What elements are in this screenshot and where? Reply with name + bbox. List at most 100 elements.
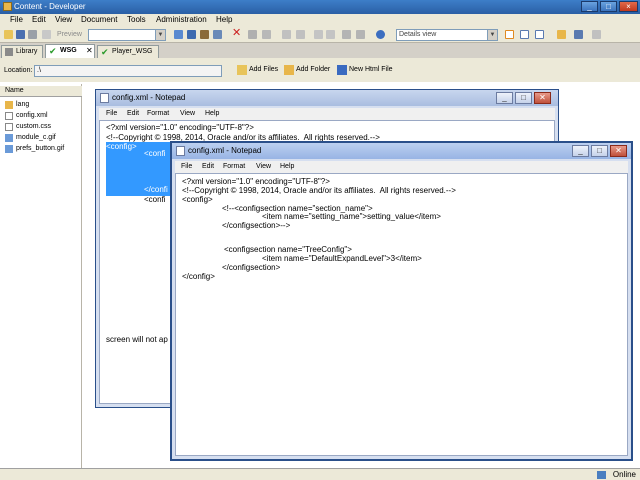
- tab-close-icon[interactable]: ✕: [86, 45, 93, 56]
- text-line: <config>: [182, 195, 213, 204]
- monitor-icon[interactable]: [574, 30, 583, 39]
- menu-view[interactable]: View: [256, 163, 271, 170]
- folder-icon: [5, 101, 13, 109]
- close-button[interactable]: ✕: [534, 92, 551, 104]
- list-item[interactable]: lang: [5, 100, 29, 110]
- chevron-down-icon: ▼: [487, 30, 497, 40]
- menu-format[interactable]: Format: [223, 163, 245, 170]
- notepad-back-titlebar[interactable]: config.xml - Notepad _ □ ✕: [96, 90, 558, 106]
- minimize-button[interactable]: _: [581, 1, 598, 12]
- italic-icon[interactable]: [326, 30, 335, 39]
- image-file-icon: [5, 145, 13, 153]
- new-icon[interactable]: [4, 30, 13, 39]
- new-html-icon: [337, 65, 347, 75]
- app-icon: [3, 2, 12, 11]
- options-icon[interactable]: [592, 30, 601, 39]
- settings-icon[interactable]: [262, 30, 271, 39]
- details-view-icon[interactable]: [505, 30, 514, 39]
- menu-help[interactable]: Help: [205, 110, 219, 117]
- properties-icon[interactable]: [248, 30, 257, 39]
- menu-file[interactable]: File: [106, 110, 117, 117]
- close-button[interactable]: ✕: [610, 145, 627, 157]
- print-icon[interactable]: [28, 30, 37, 39]
- list-item[interactable]: prefs_button.gif: [5, 144, 64, 154]
- text-line: </configsection>-->: [222, 221, 291, 230]
- add-folder-icon: [284, 65, 294, 75]
- maximize-button[interactable]: □: [515, 92, 532, 104]
- cut-icon[interactable]: [174, 30, 183, 39]
- find-icon[interactable]: [213, 30, 222, 39]
- list-view-icon[interactable]: [520, 30, 529, 39]
- menu-tools[interactable]: Tools: [127, 15, 146, 24]
- close-button[interactable]: ×: [619, 1, 638, 12]
- name-column-header[interactable]: Name: [0, 86, 82, 97]
- location-input[interactable]: .\: [34, 65, 222, 77]
- library-icon: [5, 48, 13, 56]
- menu-file[interactable]: File: [181, 163, 192, 170]
- image-file-icon: [5, 134, 13, 142]
- menu-help[interactable]: Help: [280, 163, 294, 170]
- text-line: <?xml version="1.0" encoding="UTF-8"?>: [106, 123, 254, 132]
- tab-bar: Library ✔ WSG ✕ ✔ Player_WSG: [0, 43, 640, 58]
- thumbnail-view-icon[interactable]: [535, 30, 544, 39]
- notepad-window-front[interactable]: config.xml - Notepad _ □ ✕ File Edit For…: [170, 141, 633, 461]
- notepad-front-text-area[interactable]: <?xml version="1.0" encoding="UTF-8"?> <…: [175, 173, 628, 456]
- maximize-button[interactable]: □: [600, 1, 617, 12]
- app-title: Content - Developer: [14, 2, 86, 11]
- preview-select[interactable]: ▼: [88, 29, 166, 41]
- bold-icon[interactable]: [314, 30, 323, 39]
- text-line: screen will not ap: [106, 335, 168, 344]
- menu-edit[interactable]: Edit: [202, 163, 214, 170]
- preview-button[interactable]: Preview: [57, 31, 82, 38]
- list-item[interactable]: config.xml: [5, 111, 48, 121]
- delete-icon[interactable]: ✕: [232, 28, 241, 39]
- menu-help[interactable]: Help: [216, 15, 232, 24]
- menu-file[interactable]: File: [10, 15, 23, 24]
- view-select[interactable]: Details view ▼: [396, 29, 498, 41]
- tab-library[interactable]: Library: [1, 45, 43, 58]
- minimize-button[interactable]: _: [496, 92, 513, 104]
- text-line: </configsection>: [222, 263, 281, 272]
- save-icon[interactable]: [16, 30, 25, 39]
- preview-icon[interactable]: [42, 30, 51, 39]
- text-line: </confi: [144, 185, 168, 194]
- notepad-icon: [176, 146, 185, 156]
- menu-edit[interactable]: Edit: [32, 15, 46, 24]
- redo-icon[interactable]: [296, 30, 305, 39]
- text-line: <!--Copyright © 1998, 2014, Oracle and/o…: [182, 186, 456, 195]
- folder-icon[interactable]: [557, 30, 566, 39]
- menu-view[interactable]: View: [180, 110, 195, 117]
- image-icon[interactable]: [356, 30, 365, 39]
- copy-icon[interactable]: [187, 30, 196, 39]
- help-icon[interactable]: [376, 30, 385, 39]
- menu-administration[interactable]: Administration: [156, 15, 207, 24]
- status-bar: Online: [0, 468, 640, 480]
- menu-document[interactable]: Document: [81, 15, 117, 24]
- file-icon: [5, 112, 13, 120]
- minimize-button[interactable]: _: [572, 145, 589, 157]
- menu-format[interactable]: Format: [147, 110, 169, 117]
- title-bar: Content - Developer _ □ ×: [0, 0, 640, 14]
- tab-player-wsg[interactable]: ✔ Player_WSG: [97, 45, 159, 58]
- paste-icon[interactable]: [200, 30, 209, 39]
- text-line: <confi: [144, 149, 166, 158]
- check-icon: ✔: [49, 46, 57, 56]
- menu-view[interactable]: View: [55, 15, 72, 24]
- notepad-front-titlebar[interactable]: config.xml - Notepad _ □ ✕: [172, 143, 631, 159]
- menu-edit[interactable]: Edit: [127, 110, 139, 117]
- tab-wsg[interactable]: ✔ WSG ✕: [45, 44, 95, 58]
- add-folder-button[interactable]: Add Folder: [284, 65, 330, 75]
- new-html-file-button[interactable]: New Html File: [337, 65, 393, 75]
- list-item[interactable]: module_c.gif: [5, 133, 56, 143]
- list-item[interactable]: custom.css: [5, 122, 51, 132]
- link-icon[interactable]: [342, 30, 351, 39]
- notepad-front-menu: File Edit Format View Help: [175, 161, 628, 173]
- location-bar: Location: .\ Add Files Add Folder New Ht…: [0, 58, 640, 82]
- text-line: <config>: [106, 142, 137, 151]
- maximize-button[interactable]: □: [591, 145, 608, 157]
- add-files-icon: [237, 65, 247, 75]
- menu-bar: File Edit View Document Tools Administra…: [0, 14, 640, 27]
- undo-icon[interactable]: [282, 30, 291, 39]
- network-icon: [597, 471, 606, 479]
- add-files-button[interactable]: Add Files: [237, 65, 278, 75]
